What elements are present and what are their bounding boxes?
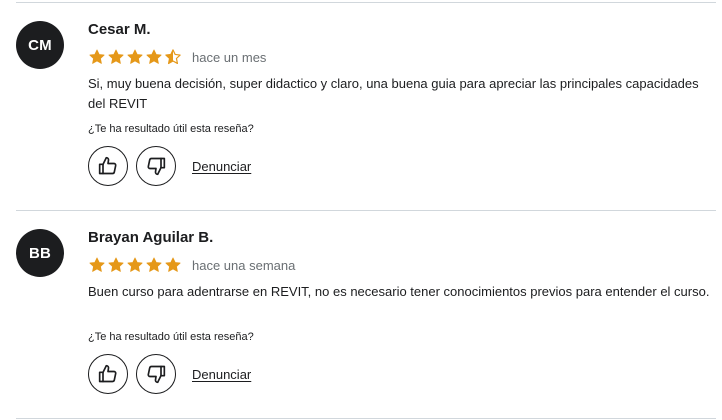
- review-item: CM Cesar M. hace un mes Si, muy buena de…: [0, 2, 722, 210]
- review-text: Si, muy buena decisión, super didactico …: [88, 76, 699, 111]
- thumbs-down-icon: [147, 157, 166, 176]
- thumbs-down-icon: [147, 365, 166, 384]
- star-full-icon: [89, 49, 105, 64]
- star-half-icon: [165, 49, 181, 65]
- avatar: CM: [16, 21, 64, 69]
- thumbs-up-icon: [98, 156, 117, 175]
- star-full-icon: [89, 257, 105, 272]
- review-time: hace una semana: [192, 257, 296, 273]
- star-rating: [88, 256, 182, 274]
- review-actions: Denunciar: [88, 146, 251, 186]
- reviews-list: CM Cesar M. hace un mes Si, muy buena de…: [0, 0, 722, 420]
- star-rating: [88, 48, 182, 66]
- helpful-question: ¿Te ha resultado útil esta reseña?: [88, 331, 254, 343]
- star-full-icon: [127, 257, 143, 272]
- avatar: BB: [16, 229, 64, 277]
- review-item: BB Brayan Aguilar B. hace una semana Bue…: [0, 210, 722, 418]
- like-button[interactable]: [88, 146, 128, 186]
- star-full-icon: [146, 49, 162, 64]
- star-full-icon: [108, 257, 124, 272]
- star-full-icon: [146, 257, 162, 272]
- like-button[interactable]: [88, 354, 128, 394]
- helpful-question: ¿Te ha resultado útil esta reseña?: [88, 123, 254, 135]
- star-full-icon: [108, 49, 124, 64]
- review-text: Buen curso para adentrarse en REVIT, no …: [88, 284, 710, 299]
- star-full-icon: [165, 257, 181, 272]
- star-full-icon: [127, 49, 143, 64]
- review-time: hace un mes: [192, 49, 267, 65]
- report-link[interactable]: Denunciar: [192, 159, 251, 174]
- review-actions: Denunciar: [88, 354, 251, 394]
- thumbs-up-icon: [98, 364, 117, 383]
- reviewer-name: Brayan Aguilar B.: [88, 229, 214, 246]
- rating-row: hace una semana: [88, 254, 295, 276]
- reviewer-name: Cesar M.: [88, 21, 151, 38]
- rating-row: hace un mes: [88, 46, 266, 68]
- divider: [16, 418, 716, 419]
- dislike-button[interactable]: [136, 354, 176, 394]
- report-link[interactable]: Denunciar: [192, 367, 251, 382]
- dislike-button[interactable]: [136, 146, 176, 186]
